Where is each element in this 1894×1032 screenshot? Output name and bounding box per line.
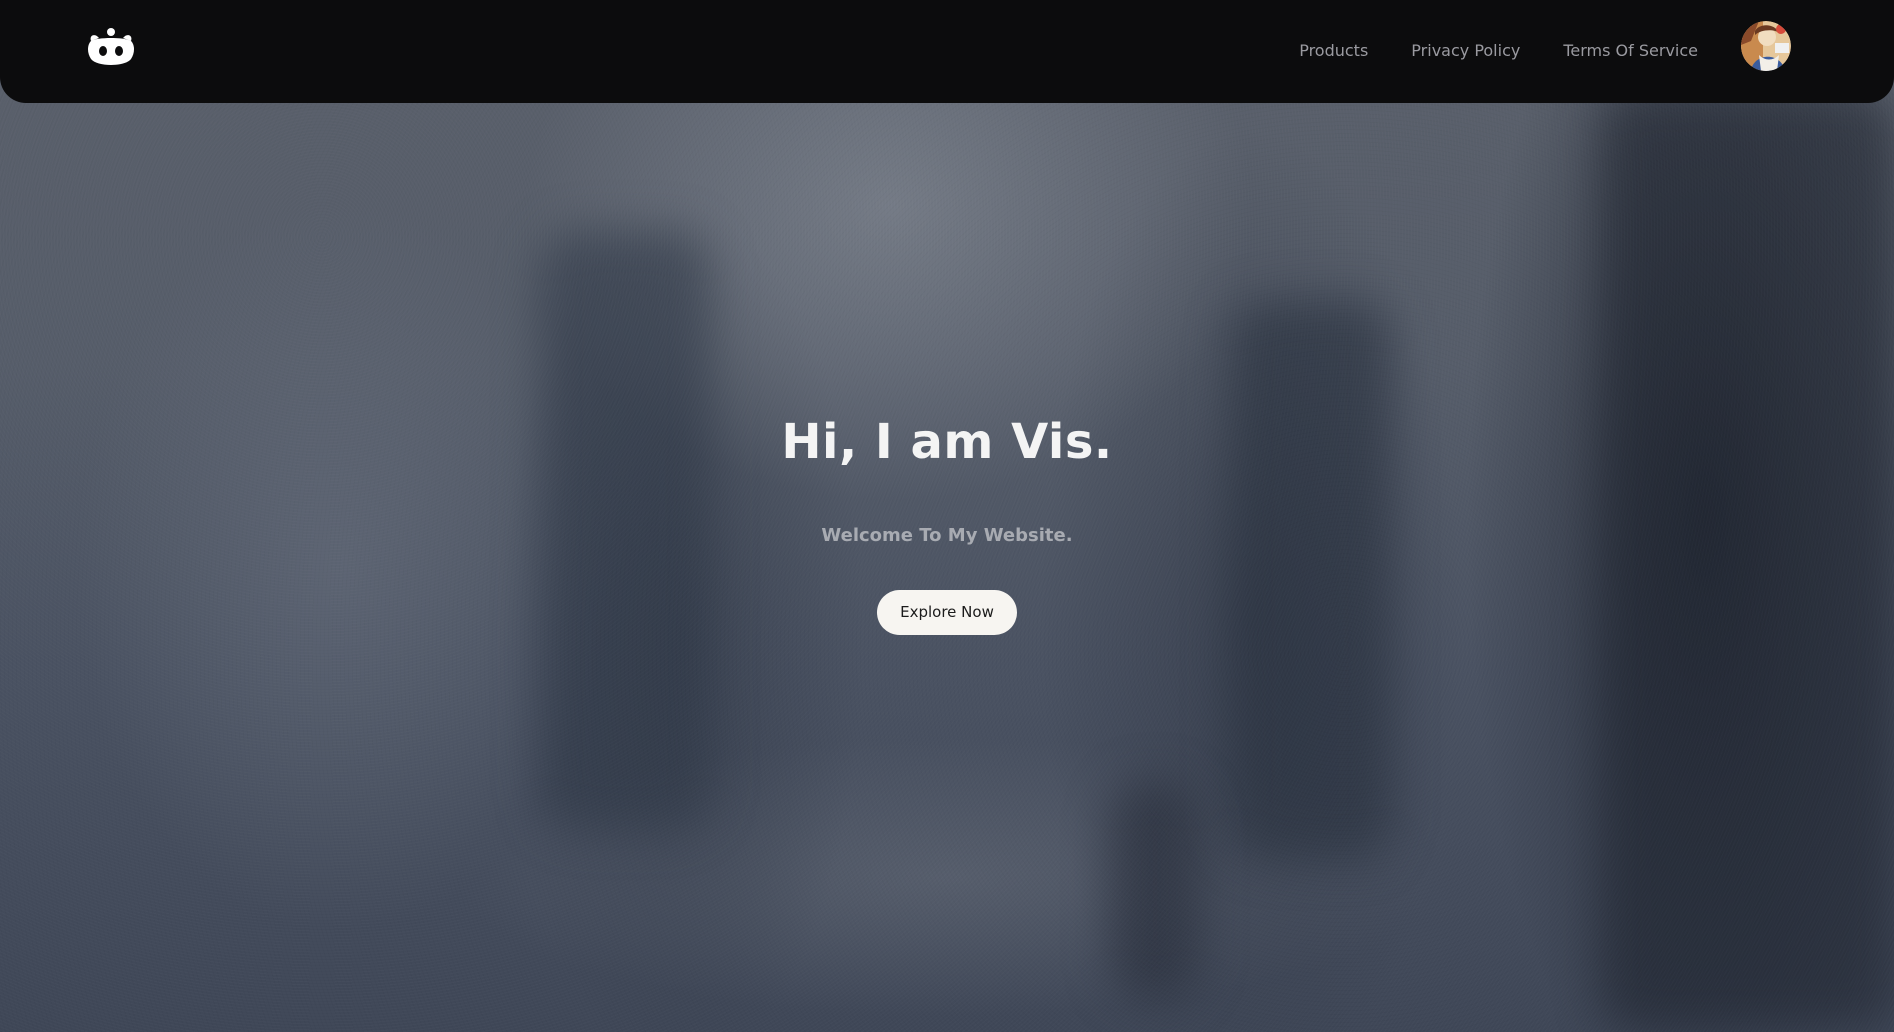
page: Products Privacy Policy Terms Of Service	[0, 0, 1894, 1032]
nav-link-products[interactable]: Products	[1299, 41, 1368, 60]
avatar-image	[1741, 21, 1791, 71]
nav-link-privacy-policy[interactable]: Privacy Policy	[1411, 41, 1520, 60]
hero-subtitle: Welcome To My Website.	[821, 525, 1073, 546]
nav-links: Products Privacy Policy Terms Of Service	[1299, 0, 1698, 100]
nav-link-terms-of-service[interactable]: Terms Of Service	[1563, 41, 1698, 60]
hero-title: Hi, I am Vis.	[781, 414, 1113, 470]
logo-svg	[88, 28, 134, 65]
navbar: Products Privacy Policy Terms Of Service	[0, 0, 1894, 103]
hero: Hi, I am Vis. Welcome To My Website. Exp…	[0, 400, 1894, 635]
user-avatar-icon[interactable]	[1741, 21, 1791, 71]
panda-face-icon[interactable]	[87, 27, 135, 69]
explore-now-button[interactable]: Explore Now	[877, 590, 1017, 635]
